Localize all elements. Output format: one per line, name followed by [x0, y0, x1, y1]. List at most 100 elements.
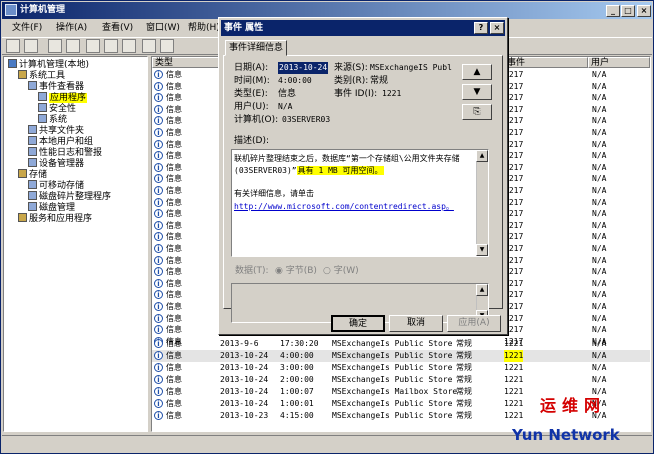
cell-type: 信息 — [166, 128, 182, 137]
description-server: (03SERVER03)” — [234, 166, 297, 175]
refresh-icon[interactable] — [104, 39, 118, 53]
menu-file[interactable]: 文件(F) — [8, 20, 46, 37]
forward-icon[interactable] — [24, 39, 38, 53]
menu-window[interactable]: 窗口(W) — [142, 20, 184, 37]
tree-item[interactable]: 可移动存储 — [28, 180, 84, 191]
tree-item[interactable]: 磁盘管理 — [28, 202, 75, 213]
previous-event-button[interactable]: ▲ — [462, 64, 492, 80]
col-header-type[interactable]: 类型 — [152, 57, 222, 68]
minimize-button[interactable]: _ — [606, 5, 620, 17]
tree-node-icon — [28, 158, 37, 167]
words-radio[interactable]: ○ 字(W) — [323, 265, 359, 277]
description-scrollbar[interactable]: ▲ ▼ — [476, 150, 488, 256]
tree-item[interactable]: 磁盘碎片整理程序 — [28, 191, 111, 202]
ok-button[interactable]: 确定 — [331, 315, 385, 332]
info-icon: i — [154, 255, 163, 265]
export-icon[interactable] — [122, 39, 136, 53]
info-icon: i — [154, 351, 163, 360]
cell-date: 2013-10-24 — [220, 363, 269, 372]
up-folder-icon[interactable] — [48, 39, 62, 53]
col-header-user[interactable]: 用户 — [588, 57, 650, 68]
dialog-help-button[interactable]: ? — [474, 22, 488, 34]
cell-user: N/A — [592, 325, 607, 335]
event-id-label: 事件 ID(I): — [334, 89, 378, 99]
close-button[interactable]: × — [637, 5, 651, 17]
event-id-value: 1221 — [382, 89, 402, 98]
table-row[interactable]: i 信息 2013-10-24 2:00:00 MSExchangeIs Public … — [152, 374, 650, 386]
tree-item[interactable]: 服务和应用程序 — [18, 213, 92, 224]
cell-type: 信息 — [166, 351, 182, 360]
tree-item[interactable]: 共享文件夹 — [28, 125, 84, 136]
description-box[interactable]: 联机碎片整理结束之后，数据库“第一个存储组\公用文件夹存储 (03SERVER0… — [231, 149, 489, 257]
cell-category: 常规 — [456, 363, 472, 372]
properties-icon[interactable] — [86, 39, 100, 53]
table-row[interactable]: i 信息 2013-9-6 17:30:20 MSExchangeIs Public S… — [152, 338, 650, 350]
description-link[interactable]: http://www.microsoft.com/contentredirect… — [234, 201, 454, 213]
info-icon: i — [154, 290, 163, 300]
cell-source: MSExchangeIs Public Store — [332, 411, 453, 420]
help-icon[interactable] — [142, 39, 156, 53]
info-icon: i — [154, 244, 163, 253]
dialog-title: 事件 属性 — [221, 20, 505, 36]
table-row[interactable]: i 信息 2013-10-24 3:00:00 MSExchangeIs Public … — [152, 362, 650, 374]
cell-time: 4:15:00 — [280, 411, 314, 420]
tree-item[interactable]: 应用程序 — [38, 92, 88, 103]
menu-action[interactable]: 操作(A) — [52, 20, 91, 37]
tree-item[interactable]: 存储 — [18, 169, 47, 180]
menu-view[interactable]: 查看(V) — [98, 20, 137, 37]
cell-time: 2:00:00 — [280, 375, 314, 384]
table-row[interactable]: i 信息 2013-10-24 4:00:00 MSExchangeIs Public … — [152, 350, 650, 362]
maximize-button[interactable]: □ — [621, 5, 635, 17]
next-event-button[interactable]: ▼ — [462, 84, 492, 100]
cell-event: 1221 — [504, 411, 524, 420]
tree-item[interactable]: 安全性 — [38, 103, 76, 114]
scroll-up-icon[interactable]: ▲ — [476, 150, 488, 162]
tree-node-icon — [18, 213, 27, 222]
tree-item[interactable]: 系统 — [38, 114, 67, 125]
info-icon: i — [154, 302, 163, 311]
info-icon: i — [154, 363, 163, 372]
tab-event-details[interactable]: 事件详细信息 — [225, 40, 287, 56]
dialog-close-button[interactable]: × — [490, 22, 504, 34]
tree-item-label: 计算机管理(本地) — [19, 60, 90, 70]
cell-time: 1:00:07 — [280, 387, 314, 396]
info-icon: i — [154, 151, 163, 161]
cell-date: 2013-10-24 — [220, 399, 269, 408]
cell-type: 信息 — [166, 302, 182, 311]
tree-item[interactable]: 系统工具 — [18, 70, 65, 81]
info-icon: i — [154, 197, 163, 207]
date-value[interactable]: 2013-10-24 — [278, 62, 329, 74]
tree-item-label: 系统 — [49, 115, 68, 125]
cell-user: N/A — [592, 139, 607, 149]
cell-type: 信息 — [166, 162, 182, 172]
apply-button[interactable]: 应用(A) — [447, 315, 501, 332]
cell-type: 信息 — [166, 244, 182, 253]
watermark-cn: 运维网 — [540, 396, 607, 415]
cell-type: 信息 — [166, 339, 182, 348]
show-tree-icon[interactable] — [66, 39, 80, 53]
info-icon: i — [154, 104, 163, 114]
scroll-down-icon[interactable]: ▼ — [476, 244, 488, 256]
tree-node-icon — [28, 136, 37, 145]
tree-item-label: 服务和应用程序 — [29, 214, 93, 224]
back-icon[interactable] — [6, 39, 20, 53]
tree-item[interactable]: 设备管理器 — [28, 158, 84, 169]
cell-user: N/A — [592, 302, 607, 311]
cancel-button[interactable]: 取消 — [389, 315, 443, 332]
bytes-radio[interactable]: ◉ 字节(B) — [275, 265, 317, 277]
cell-type: 信息 — [166, 399, 182, 408]
tree-item-label: 安全性 — [49, 104, 77, 114]
cell-type: 信息 — [166, 139, 182, 149]
tree-item[interactable]: 本地用户和组 — [28, 136, 93, 147]
tree-item[interactable]: 性能日志和警报 — [28, 147, 102, 158]
col-header-event[interactable]: 事件 — [504, 57, 588, 68]
cell-user: N/A — [592, 375, 607, 384]
cell-user: N/A — [592, 339, 607, 348]
description-more-info: 有关详细信息，请单击 — [234, 189, 314, 198]
tree-item[interactable]: 计算机管理(本地) — [8, 59, 89, 70]
cell-user: N/A — [592, 81, 607, 91]
copy-button[interactable]: ⎘ — [462, 104, 492, 120]
data-scroll-up-icon[interactable]: ▲ — [476, 284, 488, 296]
tree-item[interactable]: 事件查看器 — [28, 81, 84, 92]
console-icon[interactable] — [160, 39, 174, 53]
